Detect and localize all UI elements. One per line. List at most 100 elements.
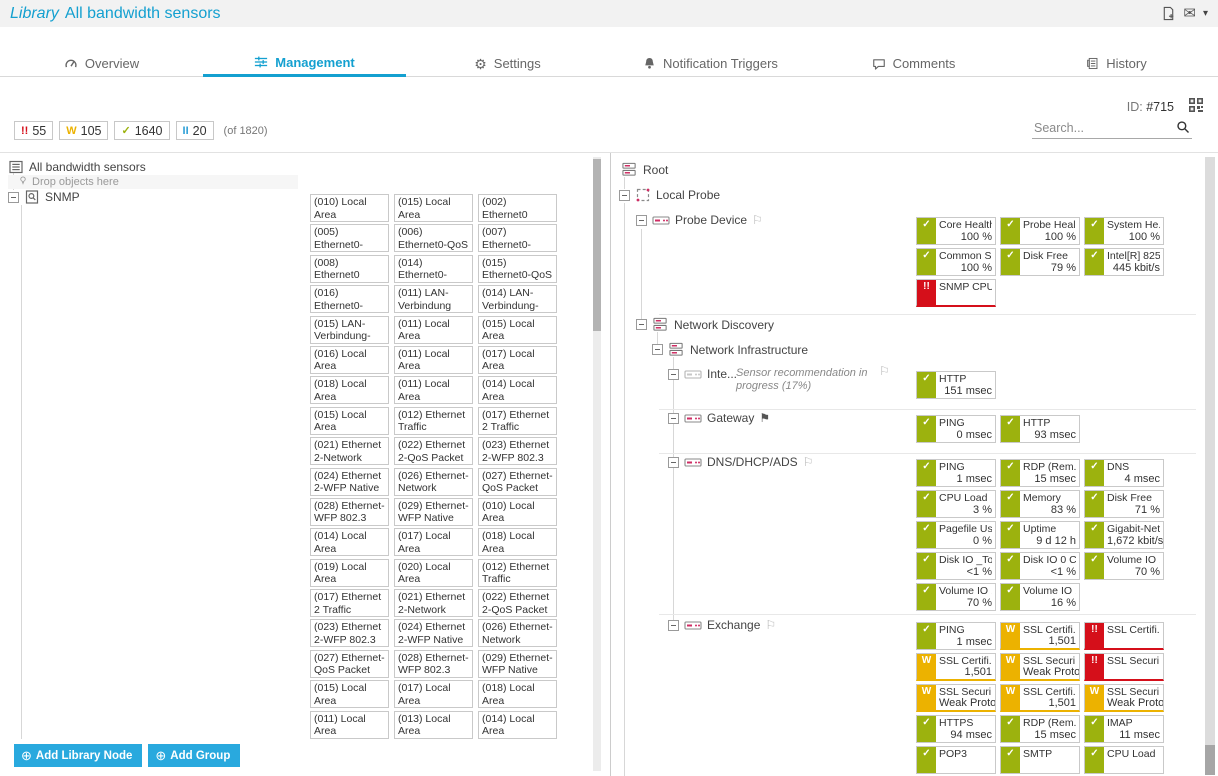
- library-sensor-tile[interactable]: (029) Ethernet-WFP Native: [394, 498, 473, 526]
- tab-overview[interactable]: Overview: [0, 50, 203, 77]
- library-sensor-tile[interactable]: (014) Local Area: [310, 528, 389, 556]
- search-input[interactable]: [1032, 119, 1192, 139]
- library-node-snmp[interactable]: SNMP: [8, 189, 80, 205]
- library-sensor-tile[interactable]: (017) Local Area: [394, 680, 473, 708]
- sensor-tile[interactable]: ✓ Core Health 100 %: [916, 217, 996, 245]
- library-sensor-tile[interactable]: (017) Local Area: [394, 528, 473, 556]
- sensor-tile[interactable]: ✓ Volume IO ... 70 %: [1084, 552, 1164, 580]
- search-icon[interactable]: [1176, 120, 1190, 139]
- library-sensor-tile[interactable]: (010) Local Area: [478, 498, 557, 526]
- sensor-tile[interactable]: W SSL Certifi... 1,501: [1000, 684, 1080, 712]
- library-sensor-tile[interactable]: (011) Local Area: [310, 711, 389, 739]
- library-sensor-tile[interactable]: (012) Ethernet Traffic: [478, 559, 557, 587]
- sensor-tile[interactable]: !! SSL Securi...: [1084, 653, 1164, 681]
- library-sensor-tile[interactable]: (018) Local Area: [478, 528, 557, 556]
- collapse-toggle[interactable]: [668, 413, 679, 424]
- tree-row-exchange[interactable]: Exchange ⚐: [668, 618, 776, 632]
- sensor-tile[interactable]: ✓ Disk Free 79 %: [1000, 248, 1080, 276]
- library-sensor-tile[interactable]: (014) Ethernet0-WFP Native: [394, 255, 473, 283]
- library-sensor-tile[interactable]: (015) Local Area: [310, 680, 389, 708]
- sensor-tile[interactable]: ✓ CPU Load: [1084, 746, 1164, 774]
- library-sensor-tile[interactable]: (023) Ethernet 2-WFP 802.3: [478, 437, 557, 465]
- library-sensor-tile[interactable]: (014) Local Area: [478, 376, 557, 404]
- add-group-button[interactable]: ⊕ Add Group: [148, 744, 240, 767]
- library-sensor-tile[interactable]: (012) Ethernet Traffic: [394, 407, 473, 435]
- library-sensor-tile[interactable]: (028) Ethernet-WFP 802.3: [394, 650, 473, 678]
- email-icon[interactable]: ✉: [1183, 6, 1196, 21]
- sensor-tile[interactable]: ✓ POP3: [916, 746, 996, 774]
- tree-row-root[interactable]: Root: [621, 162, 668, 177]
- collapse-toggle[interactable]: [668, 457, 679, 468]
- sensor-tile[interactable]: ✓ SMTP: [1000, 746, 1080, 774]
- tab-history[interactable]: History: [1015, 50, 1218, 77]
- scrollbar-track[interactable]: [1205, 157, 1215, 775]
- sensor-tile[interactable]: ✓ Uptime 9 d 12 h: [1000, 521, 1080, 549]
- sensor-tile[interactable]: ✓ HTTPS 94 msec: [916, 715, 996, 743]
- sensor-tile[interactable]: ✓ Pagefile Us... 0 %: [916, 521, 996, 549]
- sensor-tile[interactable]: W SSL Certifi... 1,501: [1000, 622, 1080, 650]
- library-sensor-tile[interactable]: (014) LAN-Verbindung-QoS: [478, 285, 557, 313]
- tree-row-internet[interactable]: Inte...: [668, 367, 737, 381]
- library-sensor-tile[interactable]: (005) Ethernet0-WFP Native: [310, 224, 389, 252]
- status-badge[interactable]: II20: [176, 121, 214, 140]
- tab-comments[interactable]: Comments: [812, 50, 1015, 77]
- sensor-tile[interactable]: ✓ Disk Free 71 %: [1084, 490, 1164, 518]
- library-sensor-tile[interactable]: (027) Ethernet-QoS Packet: [310, 650, 389, 678]
- tree-row-network-discovery[interactable]: Network Discovery: [636, 317, 774, 332]
- tree-row-probe-device[interactable]: Probe Device ⚐: [636, 213, 763, 227]
- tab-notification-triggers[interactable]: Notification Triggers: [609, 50, 812, 77]
- library-sensor-tile[interactable]: (006) Ethernet0-QoS Packet: [394, 224, 473, 252]
- library-sensor-tile[interactable]: (023) Ethernet 2-WFP 802.3: [310, 619, 389, 647]
- status-badge[interactable]: ✓1640: [114, 121, 169, 140]
- sensor-tile[interactable]: ✓ PING 1 msec: [916, 622, 996, 650]
- collapse-toggle[interactable]: [8, 192, 19, 203]
- library-sensor-tile[interactable]: (016) Local Area: [310, 346, 389, 374]
- sensor-tile[interactable]: ✓ PING 0 msec: [916, 415, 996, 443]
- library-sensor-tile[interactable]: (002) Ethernet0 Traffic: [478, 194, 557, 222]
- library-sensor-tile[interactable]: (019) Local Area: [310, 559, 389, 587]
- chevron-down-icon[interactable]: ▾: [1203, 8, 1208, 19]
- library-sensor-tile[interactable]: (015) Local Area: [310, 407, 389, 435]
- library-sensor-tile[interactable]: (026) Ethernet-Network: [478, 619, 557, 647]
- sensor-tile[interactable]: ✓ Common S... 100 %: [916, 248, 996, 276]
- priority-flag-icon[interactable]: ⚐: [803, 456, 814, 468]
- priority-flag-icon[interactable]: ⚐: [879, 365, 890, 377]
- library-sensor-tile[interactable]: (010) Local Area: [310, 194, 389, 222]
- sensor-tile[interactable]: ✓ Disk IO _To... <1 %: [916, 552, 996, 580]
- tab-settings[interactable]: ⚙ Settings: [406, 50, 609, 77]
- sensor-tile[interactable]: ✓ RDP (Rem... 15 msec: [1000, 715, 1080, 743]
- sensor-tile[interactable]: W SSL Securi... Weak Proto...: [1000, 653, 1080, 681]
- sensor-tile[interactable]: ✓ Disk IO 0 C: <1 %: [1000, 552, 1080, 580]
- library-sensor-tile[interactable]: (008) Ethernet0 Traffic: [310, 255, 389, 283]
- tree-row-local-probe[interactable]: Local Probe: [619, 187, 720, 203]
- library-sensor-tile[interactable]: (016) Ethernet0-WFP 802.3: [310, 285, 389, 313]
- tree-row-network-infrastructure[interactable]: Network Infrastructure: [652, 342, 808, 357]
- collapse-toggle[interactable]: [636, 215, 647, 226]
- library-sensor-tile[interactable]: (013) Local Area: [394, 711, 473, 739]
- library-sensor-tile[interactable]: (007) Ethernet0-WFP 802.3: [478, 224, 557, 252]
- library-sensor-tile[interactable]: (015) Ethernet0-QoS Packet: [478, 255, 557, 283]
- library-sensor-tile[interactable]: (015) Local Area: [394, 194, 473, 222]
- priority-flag-icon[interactable]: ⚐: [752, 214, 763, 226]
- sensor-tile[interactable]: ✓ Intel[R] 825... 445 kbit/s: [1084, 248, 1164, 276]
- library-root-row[interactable]: All bandwidth sensors: [8, 159, 146, 175]
- tab-management[interactable]: Management: [203, 50, 406, 77]
- priority-flag-icon[interactable]: ⚐: [765, 619, 776, 631]
- library-sensor-tile[interactable]: (020) Local Area: [394, 559, 473, 587]
- library-sensor-tile[interactable]: (017) Local Area: [478, 346, 557, 374]
- library-sensor-tile[interactable]: (024) Ethernet 2-WFP Native: [310, 468, 389, 496]
- library-sensor-tile[interactable]: (011) Local Area: [394, 346, 473, 374]
- status-badge[interactable]: W105: [59, 121, 108, 140]
- library-sensor-tile[interactable]: (014) Local Area: [478, 711, 557, 739]
- library-sensor-tile[interactable]: (015) LAN-Verbindung-: [310, 316, 389, 344]
- library-sensor-tile[interactable]: (027) Ethernet-QoS Packet: [478, 468, 557, 496]
- library-sensor-tile[interactable]: (029) Ethernet-WFP Native: [478, 650, 557, 678]
- library-sensor-tile[interactable]: (011) Local Area: [394, 376, 473, 404]
- library-sensor-tile[interactable]: (017) Ethernet 2 Traffic: [478, 407, 557, 435]
- library-sensor-tile[interactable]: (021) Ethernet 2-Network: [394, 589, 473, 617]
- sensor-tile[interactable]: ✓ CPU Load 3 %: [916, 490, 996, 518]
- status-badge[interactable]: !!55: [14, 121, 53, 140]
- sensor-tile[interactable]: ✓ PING 1 msec: [916, 459, 996, 487]
- library-sensor-tile[interactable]: (026) Ethernet-Network: [394, 468, 473, 496]
- sensor-tile[interactable]: ✓ HTTP 93 msec: [1000, 415, 1080, 443]
